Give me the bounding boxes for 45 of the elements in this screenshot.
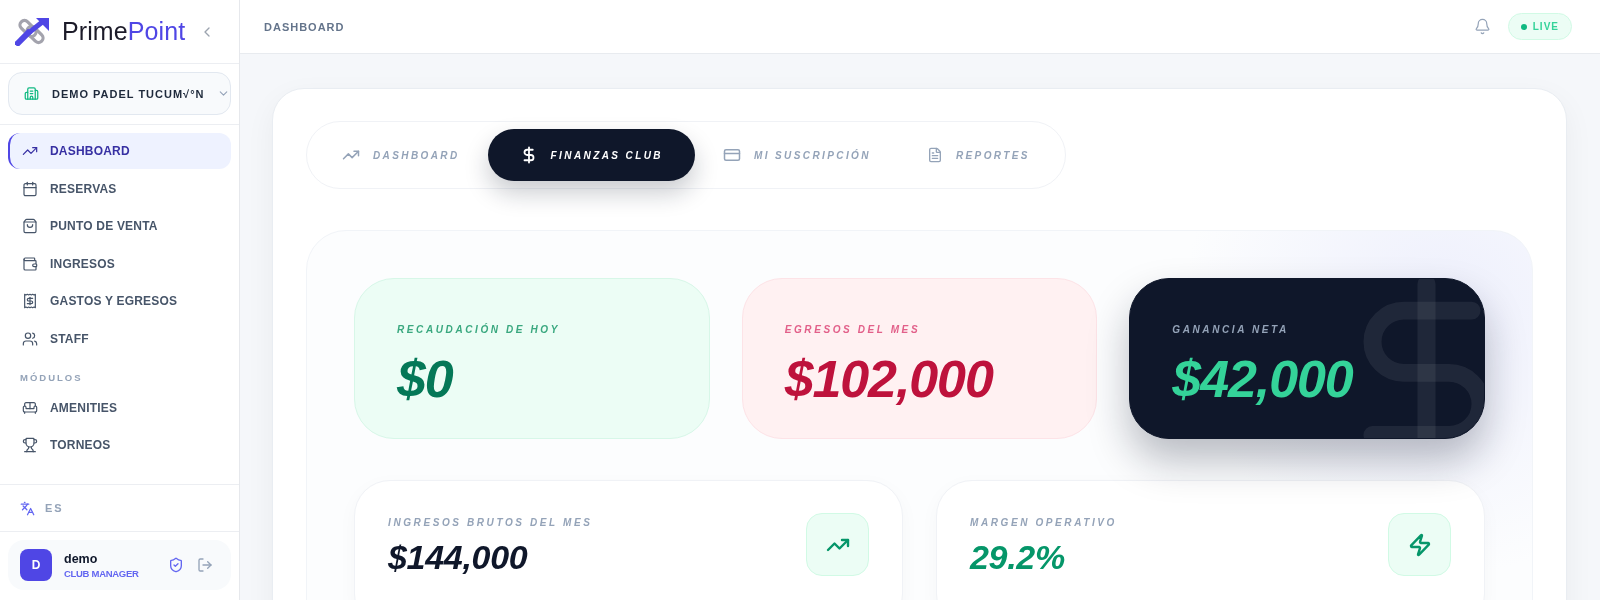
club-selector[interactable]: DEMO PADEL TUCUM√°N: [8, 72, 231, 115]
trending-up-icon: [806, 513, 869, 576]
wallet-icon: [22, 255, 38, 272]
translate-icon[interactable]: [20, 500, 35, 516]
nav-item[interactable]: RESERVAS: [8, 170, 231, 207]
notifications-icon[interactable]: [1473, 18, 1491, 35]
stat-label: RECAUDACIÓN DE HOY: [397, 324, 560, 336]
nav-item[interactable]: PUNTO DE VENTA: [8, 208, 231, 244]
user-role: CLUB MANAGER: [64, 567, 139, 579]
document-icon: [926, 147, 943, 163]
shopping-bag-icon: [22, 218, 38, 234]
receipt-icon: [22, 293, 38, 309]
section-title: MÓDULOS: [19, 371, 84, 384]
nav-item[interactable]: INGRESOS: [8, 245, 231, 282]
stat-label: EGRESOS DEL MES: [784, 324, 921, 336]
logo-wordmark: PrimePoint: [62, 17, 186, 46]
nav-item[interactable]: TORNEOS: [8, 427, 231, 463]
summary-label: INGRESOS BRUTOS DEL MES: [388, 517, 593, 529]
user-avatar: D: [20, 549, 52, 581]
sofa-icon: [22, 399, 38, 416]
nav-item[interactable]: AMENITIES: [8, 389, 231, 426]
status-dot-icon: [1520, 23, 1527, 30]
live-label: LIVE: [1532, 21, 1559, 32]
calendar-icon: [22, 180, 38, 197]
nav-item[interactable]: DASHBOARD: [8, 133, 231, 169]
stat-value: $0: [397, 349, 453, 409]
nav-item[interactable]: GASTOS Y EGRESOS: [8, 283, 231, 319]
stat-value: $102,000: [784, 349, 993, 409]
credit-card-icon: [722, 146, 741, 164]
user-name: demo: [64, 551, 99, 566]
summary-label: MARGEN OPERATIVO: [970, 517, 1117, 529]
logout-icon[interactable]: [197, 557, 213, 573]
page-title: DASHBOARD: [264, 20, 345, 33]
stat-label: GANANCIA NETA: [1172, 324, 1289, 336]
logo-icon: [15, 17, 50, 46]
stat-value: $42,000: [1172, 349, 1353, 409]
building-icon: [24, 86, 39, 101]
summary-value: $144,000: [388, 537, 529, 577]
tab[interactable]: FINANZAS CLUB: [487, 129, 695, 181]
nav-item[interactable]: STAFF: [8, 320, 231, 357]
shield-check-icon[interactable]: [168, 557, 184, 573]
users-icon: [22, 330, 38, 347]
summary-value: 29.2%: [970, 537, 1066, 577]
lightning-icon: [1388, 513, 1451, 576]
trophy-icon: [22, 437, 38, 453]
